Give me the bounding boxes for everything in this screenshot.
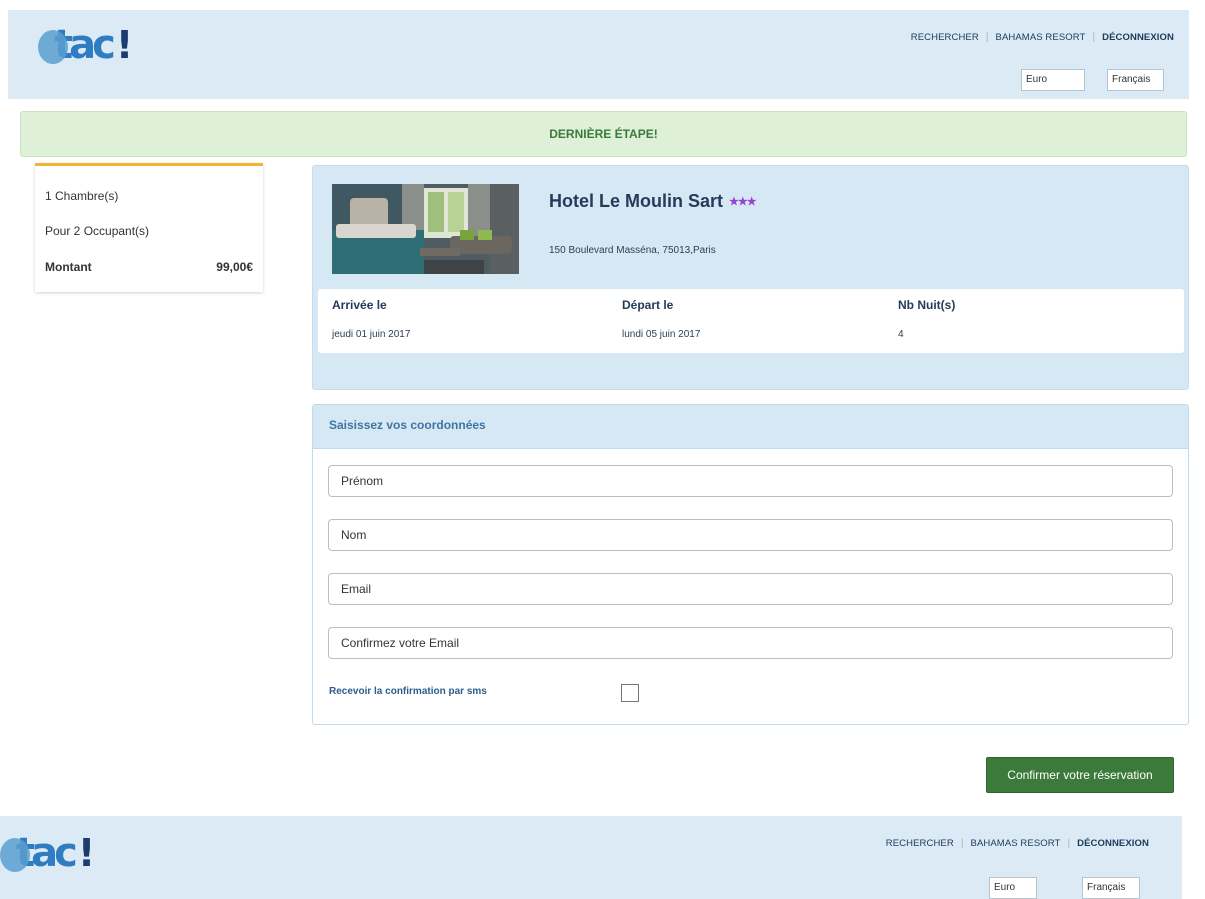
hotel-address: 150 Boulevard Masséna, 75013,Paris: [549, 245, 716, 256]
lastname-field[interactable]: [328, 519, 1173, 551]
nav-separator: |: [985, 32, 989, 43]
top-nav: RECHERCHER | BAHAMAS RESORT | DÉCONNEXIO…: [886, 838, 1149, 849]
email-field[interactable]: [328, 573, 1173, 605]
nav-hotel-link[interactable]: BAHAMAS RESORT: [971, 838, 1061, 849]
hotel-photo: [332, 184, 519, 274]
sms-checkbox[interactable]: [621, 684, 639, 702]
nav-search-link[interactable]: RECHERCHER: [886, 838, 954, 849]
site-logo[interactable]: tac !: [0, 831, 96, 875]
departure-label: Départ le: [622, 298, 674, 312]
language-select[interactable]: Français: [1082, 877, 1140, 899]
summary-rooms: 1 Chambre(s): [45, 189, 119, 203]
step-banner: DERNIÈRE ÉTAPE!: [20, 111, 1187, 157]
hotel-panel: Hotel Le Moulin Sart ★★★ 150 Boulevard Ma…: [312, 165, 1189, 390]
logo-circle-icon: [0, 838, 30, 872]
arrival-label: Arrivée le: [332, 298, 387, 312]
confirm-booking-button[interactable]: Confirmer votre réservation: [986, 757, 1174, 793]
currency-select[interactable]: Euro: [989, 877, 1037, 899]
logo-mark: !: [77, 831, 96, 875]
firstname-field[interactable]: [328, 465, 1173, 497]
language-select[interactable]: Français: [1107, 69, 1164, 91]
amount-value: 99,00€: [216, 260, 253, 274]
site-header: tac ! RECHERCHER | BAHAMAS RESORT | DÉCO…: [8, 10, 1189, 99]
site-header-repeat: tac ! RECHERCHER | BAHAMAS RESORT | DÉCO…: [0, 816, 1182, 899]
nav-separator: |: [960, 838, 964, 849]
nav-logout-link[interactable]: DÉCONNEXION: [1102, 32, 1174, 43]
summary-amount: Montant 99,00€: [45, 260, 253, 274]
logo-mark: !: [115, 23, 134, 67]
contact-form: Saisissez vos coordonnées Recevoir la co…: [312, 404, 1189, 725]
booking-summary: 1 Chambre(s) Pour 2 Occupant(s) Montant …: [35, 163, 263, 292]
nav-separator: |: [1067, 838, 1071, 849]
email-confirm-field[interactable]: [328, 627, 1173, 659]
amount-label: Montant: [45, 260, 92, 274]
stay-dates: Arrivée le jeudi 01 juin 2017 Départ le …: [318, 289, 1184, 353]
nav-search-link[interactable]: RECHERCHER: [911, 32, 979, 43]
hotel-stars-icon: ★★★: [729, 196, 757, 208]
hotel-name-line: Hotel Le Moulin Sart ★★★: [549, 191, 757, 212]
sms-option-label: Recevoir la confirmation par sms: [329, 686, 487, 697]
arrival-value: jeudi 01 juin 2017: [332, 329, 411, 340]
top-nav: RECHERCHER | BAHAMAS RESORT | DÉCONNEXIO…: [911, 32, 1174, 43]
nav-separator: |: [1092, 32, 1096, 43]
nav-logout-link[interactable]: DÉCONNEXION: [1077, 838, 1149, 849]
nights-value: 4: [898, 329, 904, 340]
departure-value: lundi 05 juin 2017: [622, 329, 701, 340]
nav-hotel-link[interactable]: BAHAMAS RESORT: [996, 32, 1086, 43]
form-title: Saisissez vos coordonnées: [313, 405, 1188, 449]
currency-select[interactable]: Euro: [1021, 69, 1085, 91]
hotel-name[interactable]: Hotel Le Moulin Sart: [549, 191, 723, 211]
logo-circle-icon: [38, 30, 68, 64]
site-logo[interactable]: tac !: [38, 23, 134, 67]
nights-label: Nb Nuit(s): [898, 298, 956, 312]
summary-occupants: Pour 2 Occupant(s): [45, 224, 150, 238]
